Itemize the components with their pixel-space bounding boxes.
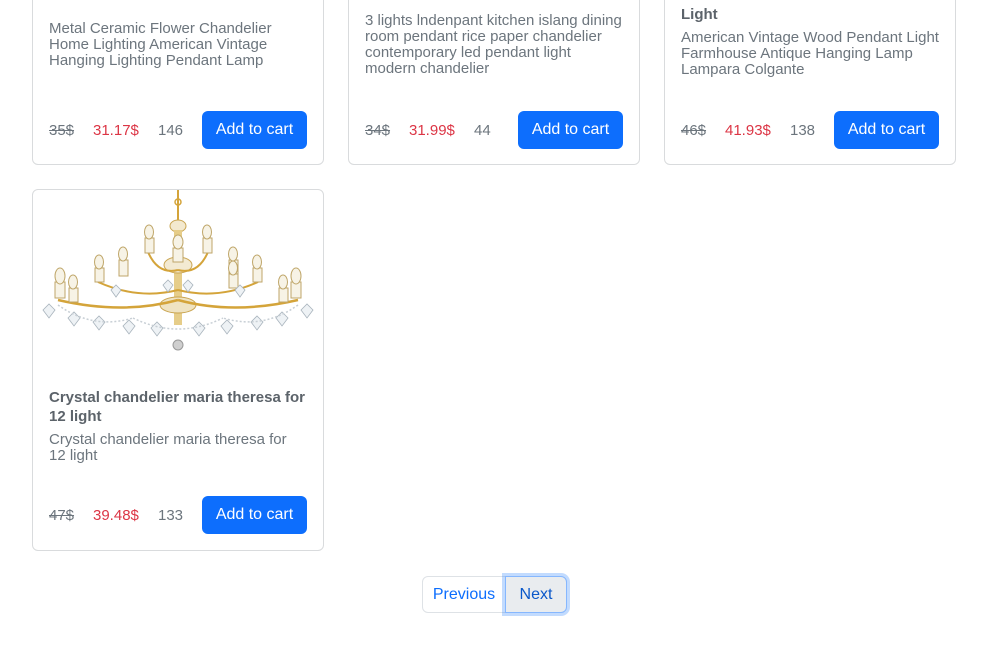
product-description: American Vintage Wood Pendant Light Farm… <box>681 29 939 78</box>
add-to-cart-button[interactable]: Add to cart <box>834 111 939 149</box>
crystal-chandelier-icon <box>42 190 314 351</box>
product-description: 3 lights lndenpant kitchen islang dining… <box>365 12 622 77</box>
sale-price: 31.99$ <box>409 121 455 139</box>
stock-count: 44 <box>474 121 491 139</box>
add-to-cart-button[interactable]: Add to cart <box>518 111 623 149</box>
pagination: Previous Next <box>422 576 567 613</box>
add-to-cart-button[interactable]: Add to cart <box>202 496 307 534</box>
product-card: Light American Vintage Wood Pendant Ligh… <box>664 0 956 165</box>
product-card: Metal Ceramic Flower Chandelier Home Lig… <box>32 0 324 165</box>
sale-price: 41.93$ <box>725 121 771 139</box>
product-description: Metal Ceramic Flower Chandelier Home Lig… <box>49 20 272 69</box>
sale-price: 39.48$ <box>93 506 139 524</box>
product-card: 3 lights lndenpant kitchen islang dining… <box>348 0 640 165</box>
original-price: 35$ <box>49 121 75 139</box>
next-page-button[interactable]: Next <box>505 576 567 613</box>
add-to-cart-button[interactable]: Add to cart <box>202 111 307 149</box>
original-price: 34$ <box>365 121 391 139</box>
stock-count: 146 <box>158 121 184 139</box>
original-price: 46$ <box>681 121 707 139</box>
stock-count: 133 <box>158 506 184 524</box>
product-card: Crystal chandelier maria theresa for 12 … <box>32 189 324 551</box>
product-title: Crystal chandelier maria theresa for 12 … <box>49 389 305 425</box>
previous-page-button[interactable]: Previous <box>422 576 506 613</box>
product-title: Light <box>681 6 718 23</box>
sale-price: 31.17$ <box>93 121 139 139</box>
stock-count: 138 <box>790 121 816 139</box>
product-description: Crystal chandelier maria theresa for 12 … <box>49 431 287 464</box>
original-price: 47$ <box>49 506 75 524</box>
